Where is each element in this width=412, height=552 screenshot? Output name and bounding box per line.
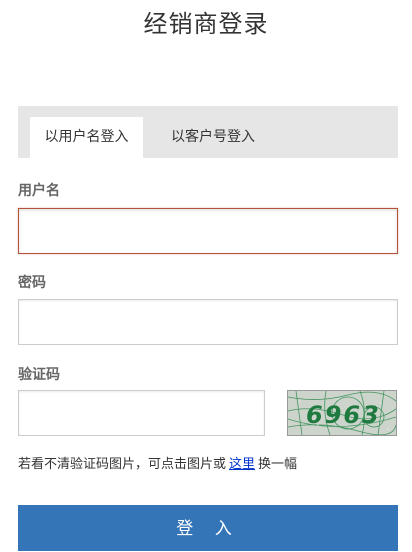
refresh-captcha-link[interactable]: 这里 [229,457,255,472]
tab-customer-number-login[interactable]: 以客户号登入 [153,117,273,158]
login-tabs: 以用户名登入 以客户号登入 [18,106,398,158]
captcha-hint: 若看不清验证码图片，可点击图片或 这里 换一幅 [18,453,297,472]
password-label: 密码 [18,275,46,291]
captcha-input[interactable] [18,390,265,436]
captcha-image[interactable]: 6963 [287,390,397,436]
captcha-hint-prefix: 若看不清验证码图片，可点击图片或 [18,457,227,472]
captcha-image-text: 6963 [306,401,381,429]
captcha-hint-suffix: 换一幅 [258,457,298,472]
tab-username-login[interactable]: 以用户名登入 [30,117,143,158]
username-input[interactable] [18,208,398,254]
page-title: 经销商登录 [143,10,269,38]
password-input[interactable] [18,299,398,345]
login-button[interactable]: 登 入 [18,505,398,551]
captcha-label: 验证码 [18,367,60,383]
username-label: 用户名 [18,183,60,199]
